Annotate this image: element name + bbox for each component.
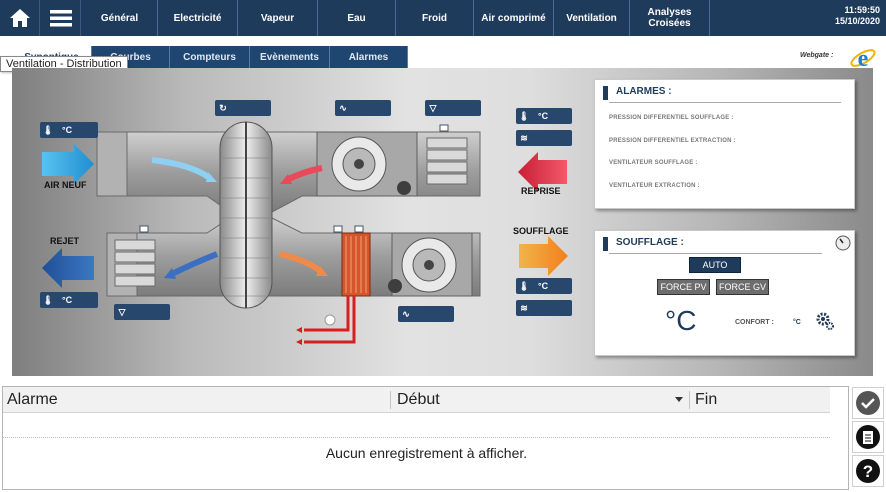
column-separator (390, 391, 391, 409)
air-neuf-label: AIR NEUF (44, 180, 87, 190)
clock: 11:59:50 15/10/2020 (835, 5, 880, 27)
divider (609, 253, 822, 254)
soufflage-title: SOUFFLAGE : (603, 237, 684, 251)
upper-duct (96, 131, 481, 213)
thermometer-icon: 🌡 (518, 110, 530, 121)
air-neuf-arrow (42, 144, 94, 184)
rejet-temp-unit: °C (62, 295, 73, 305)
reprise-label: REPRISE (521, 186, 561, 196)
home-button[interactable] (0, 0, 40, 36)
column-debut[interactable]: Début (393, 387, 689, 413)
force-gv-button[interactable]: FORCE GV (716, 279, 769, 295)
column-separator (689, 391, 690, 409)
nav-item-electricit[interactable]: Electricité (158, 0, 238, 36)
alarm-item: VENTILATEUR EXTRACTION : (609, 183, 700, 189)
thermometer-icon: 🌡 (518, 280, 530, 291)
confort-unit: °C (793, 319, 801, 326)
supply-pressure-box[interactable]: ∿ (398, 306, 454, 322)
filter-icon: ▽ (429, 102, 437, 113)
home-icon (9, 9, 30, 27)
rejet-temp-box[interactable]: 🌡 °C (40, 292, 98, 308)
pressure-wave-icon: ∿ (339, 102, 347, 113)
alarmes-title: ALARMES : (603, 86, 672, 100)
ventilation-diagram (42, 121, 568, 345)
tab-compteurs[interactable]: Compteurs (170, 46, 250, 68)
alarmes-card: ALARMES : PRESSION DIFFERENTIEL SOUFFLAG… (594, 79, 855, 209)
column-fin[interactable]: Fin (691, 387, 830, 413)
soufflage-big-unit: °C (665, 305, 697, 336)
nav-item-air-comprim[interactable]: Air comprimé (474, 0, 554, 36)
soufflage-card: SOUFFLAGE : AUTO FORCE PV FORCE GV °C CO… (594, 230, 855, 356)
svg-text:?: ? (863, 462, 873, 481)
nav-item-g-n-ral[interactable]: Général (82, 0, 158, 36)
nav-item-vapeur[interactable]: Vapeur (238, 0, 318, 36)
filter-icon: ▽ (118, 306, 126, 317)
synoptic-panel: AIR NEUF REJET REPRISE SOUFFLAGE 🌡 °C 🌡 … (12, 68, 873, 376)
app-window: Général Electricité Vapeur Eau Froid Air comp… (0, 0, 886, 492)
airflow-icon: ≋ (520, 302, 528, 313)
clipboard-icon (856, 425, 880, 449)
extract-pressure-box[interactable]: ∿ (335, 100, 391, 116)
settings-gears-icon[interactable] (815, 311, 835, 331)
nav-item-froid[interactable]: Froid (396, 0, 474, 36)
clock-time: 11:59:50 (844, 5, 880, 15)
tab-alarmes[interactable]: Alarmes (330, 46, 408, 68)
force-pv-button[interactable]: FORCE PV (657, 279, 710, 295)
confort-label: CONFORT : (735, 319, 774, 326)
column-alarme[interactable]: Alarme (3, 387, 389, 413)
nav-item-eau[interactable]: Eau (318, 0, 396, 36)
thermometer-icon: 🌡 (42, 124, 54, 135)
clock-date: 15/10/2020 (834, 16, 880, 26)
tab-ev-nements[interactable]: Evènements (250, 46, 330, 68)
empty-message: Aucun enregistrement à afficher. (325, 445, 528, 461)
thermometer-icon: 🌡 (42, 294, 54, 305)
main-nav: Général Electricité Vapeur Eau Froid Air comp… (82, 0, 710, 36)
soufflage-temp-unit: °C (538, 281, 549, 291)
reprise-temp-unit: °C (538, 111, 549, 121)
acknowledge-button[interactable] (852, 387, 884, 419)
soufflage-label: SOUFFLAGE (513, 226, 569, 236)
alarm-item: PRESSION DIFFERENTIEL SOUFFLAGE : (609, 115, 734, 121)
intake-filter (96, 131, 128, 197)
rejet-label: REJET (50, 236, 80, 246)
alarm-grid: Alarme Début Fin Aucun enregistrement à … (2, 386, 849, 490)
rotation-icon: ↻ (219, 102, 227, 113)
question-circle-icon: ? (856, 459, 880, 483)
webgate-label: Webgate : (800, 52, 834, 59)
gauge-icon[interactable] (835, 235, 851, 251)
alarm-item: PRESSION DIFFERENTIEL EXTRACTION : (609, 138, 736, 144)
top-nav-bar: Général Electricité Vapeur Eau Froid Air comp… (0, 0, 886, 36)
reprise-temp-box[interactable]: 🌡 °C (516, 108, 572, 124)
airflow-icon: ≋ (520, 132, 528, 143)
grid-header: Alarme Début Fin (3, 387, 830, 413)
reprise-filter-box[interactable]: ▽ (425, 100, 481, 116)
help-button[interactable]: ? (852, 455, 884, 487)
soufflage-arrow (519, 236, 568, 276)
nav-item-analyses-crois-es[interactable]: Analyses Croisées (630, 0, 710, 36)
grid-filter-row[interactable] (3, 414, 830, 438)
reprise-flow-box[interactable]: ≋ (516, 130, 572, 146)
auto-button[interactable]: AUTO (689, 257, 741, 273)
rejet-filter-box[interactable]: ▽ (114, 304, 170, 320)
nav-item-ventilation[interactable]: Ventilation (554, 0, 630, 36)
soufflage-temp-box[interactable]: 🌡 °C (516, 278, 572, 294)
report-button[interactable] (852, 421, 884, 453)
sort-down-icon[interactable] (675, 397, 683, 403)
air-neuf-temp-unit: °C (62, 125, 73, 135)
rejet-arrow (42, 248, 94, 288)
divider (609, 102, 841, 103)
alarm-item: VENTILATEUR SOUFFLAGE : (609, 160, 698, 166)
air-neuf-temp-box[interactable]: 🌡 °C (40, 122, 98, 138)
check-circle-icon (856, 391, 880, 415)
pressure-wave-icon: ∿ (402, 308, 410, 319)
wheel-status-box[interactable]: ↻ (215, 100, 271, 116)
menu-button[interactable] (41, 0, 81, 36)
hamburger-icon (49, 10, 72, 27)
soufflage-flow-box[interactable]: ≋ (516, 300, 572, 316)
